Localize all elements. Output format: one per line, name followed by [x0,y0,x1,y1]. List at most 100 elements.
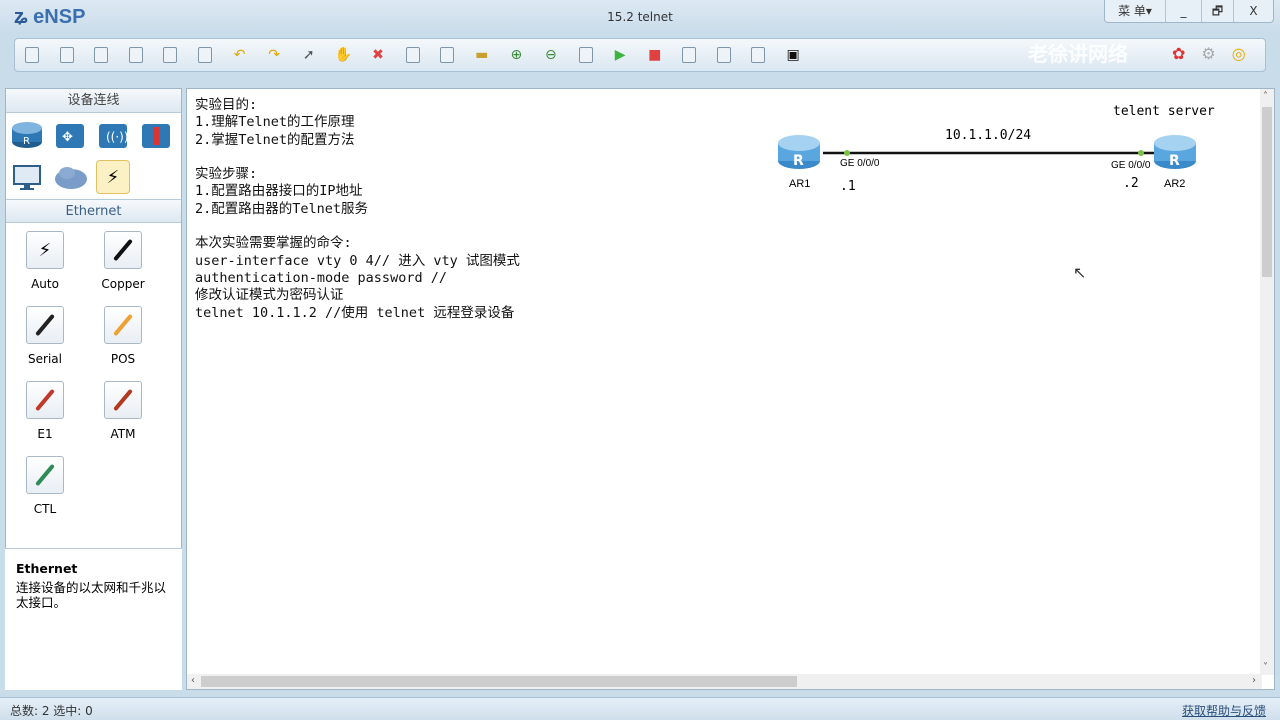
cable-label: Copper [101,277,145,291]
cable-auto[interactable]: ⚡ Auto [6,231,84,306]
cable-label: ATM [110,427,136,441]
topology-canvas[interactable]: 实验目的: 1.理解Telnet的工作原理 2.掌握Telnet的配置方法 实验步骤:… [186,88,1275,690]
svg-text:R: R [793,153,804,169]
router-ar1[interactable]: R [777,131,821,171]
console-icon[interactable]: ▣ [782,44,804,66]
description-panel: Ethernet 连接设备的以太网和千兆以太接口。 [5,548,182,690]
help-icon[interactable]: ◎ [1232,44,1246,63]
ar1-label: AR1 [789,178,811,190]
horizontal-scrollbar[interactable]: ‹ › [187,674,1262,689]
cable-e1[interactable]: E1 [6,381,84,456]
select-icon[interactable]: ➚ [298,44,320,66]
palette-icon[interactable]: ▬ [471,44,493,66]
stop-icon[interactable]: ■ [644,44,666,66]
vertical-scrollbar[interactable]: ˄ ˅ [1260,89,1274,675]
device-header: 设备连线 [6,89,181,113]
cable-icon [26,381,64,419]
cable-icon [104,306,142,344]
cloud-category[interactable] [53,160,87,194]
cable-label: POS [110,352,136,366]
save-icon[interactable] [125,44,147,66]
port-indicator-ar2 [1138,150,1144,156]
new-blank-icon[interactable] [56,44,78,66]
text-note-icon[interactable] [436,44,458,66]
svg-text:((·)): ((·)) [106,130,129,144]
start-icon[interactable]: ▶ [609,44,631,66]
restore-button[interactable]: 🗗 [1201,0,1233,22]
network-label: 10.1.1.0/24 [945,128,1032,143]
cable-icon [104,231,142,269]
ar2-ip-label: .2 [1123,176,1139,191]
window-title: 15.2 telnet [607,10,673,24]
grid-icon[interactable] [747,44,769,66]
description-title: Ethernet [16,561,78,576]
open-icon[interactable] [90,44,112,66]
server-label: telent server [1113,104,1215,119]
toolbar-right: ✿ ⚙ ◎ [1172,44,1246,63]
router-category[interactable]: R [10,118,44,152]
cable-label: E1 [37,427,53,441]
selection-count: 总数: 2 选中: 0 [10,704,93,718]
cable-icon [26,456,64,494]
svg-text:R: R [1169,153,1180,169]
window-controls: 菜 单▾ _ 🗗 X [1104,0,1274,23]
ar2-port-label: GE 0/0/0 [1111,160,1151,171]
zoom-out-icon[interactable]: ⊖ [540,44,562,66]
menu-button[interactable]: 菜 单▾ [1105,0,1165,22]
cable-label: Auto [31,277,59,291]
note-line [195,218,520,235]
note-line: authentication-mode password // [195,269,447,286]
cable-header: Ethernet [6,199,181,223]
description-text: 连接设备的以太网和千兆以太接口。 [16,580,167,610]
note-line: user-interface vty 0 4// 进入 vty 试图模式 [195,252,520,269]
lightning-icon: ⚡ [106,166,120,188]
ar1-port-label: GE 0/0/0 [840,158,880,169]
note-line: 修改认证模式为密码认证 [195,287,344,304]
fit-icon[interactable] [575,44,597,66]
wireless-category[interactable]: ((·)) [96,118,130,152]
link-layer [823,150,1155,156]
pc-category[interactable] [10,160,44,194]
delete-icon[interactable]: ✖ [367,44,389,66]
mouse-cursor-icon: ↖ [1073,263,1087,282]
minimize-button[interactable]: _ [1165,0,1201,22]
status-bar: 总数: 2 选中: 0 获取帮助与反馈 [0,697,1280,720]
cable-copper[interactable]: Copper [84,231,162,306]
zoom-in-icon[interactable]: ⊕ [505,44,527,66]
svg-text:✥: ✥ [62,130,73,145]
capture-icon[interactable] [678,44,700,66]
watermark: 老徐讲网络 [1028,42,1128,66]
ar1-ip-label: .1 [840,179,856,194]
cable-atm[interactable]: ATM [84,381,162,456]
note-line: telnet 10.1.1.2 //使用 telnet 远程登录设备 [195,304,515,321]
svg-text:R: R [23,136,30,147]
cable-ctl[interactable]: CTL [6,456,84,531]
huawei-icon[interactable]: ✿ [1172,44,1185,63]
cable-label: CTL [33,502,57,516]
help-feedback-link[interactable]: 获取帮助与反馈 [1182,702,1266,719]
auto-cable-icon: ⚡ [26,231,64,269]
settings-icon[interactable]: ⚙ [1201,44,1215,63]
pan-icon[interactable]: ✋ [332,44,354,66]
new-topology-icon[interactable] [21,44,43,66]
ar2-label: AR2 [1164,178,1186,190]
firewall-category[interactable] [139,118,173,152]
cable-pos[interactable]: POS [84,306,162,381]
port-indicator-ar1 [844,150,850,156]
redo-icon[interactable]: ↷ [263,44,285,66]
save-as-icon[interactable] [159,44,181,66]
cable-icon [104,381,142,419]
cable-serial[interactable]: Serial [6,306,84,381]
cable-icon [26,306,64,344]
print-icon[interactable] [194,44,216,66]
connection-category[interactable]: ⚡ [96,160,130,194]
title-bar: ʑ eNSP 15.2 telnet 菜 单▾ _ 🗗 X [0,0,1280,36]
note-line: 本次实验需要掌握的命令: [195,235,352,252]
cable-label: Serial [28,352,62,366]
switch-category[interactable]: ✥ [53,118,87,152]
delete-link-icon[interactable] [402,44,424,66]
router-ar2[interactable]: R [1153,131,1197,171]
undo-icon[interactable]: ↶ [229,44,251,66]
topology-icon[interactable] [713,44,735,66]
close-button[interactable]: X [1233,0,1273,22]
